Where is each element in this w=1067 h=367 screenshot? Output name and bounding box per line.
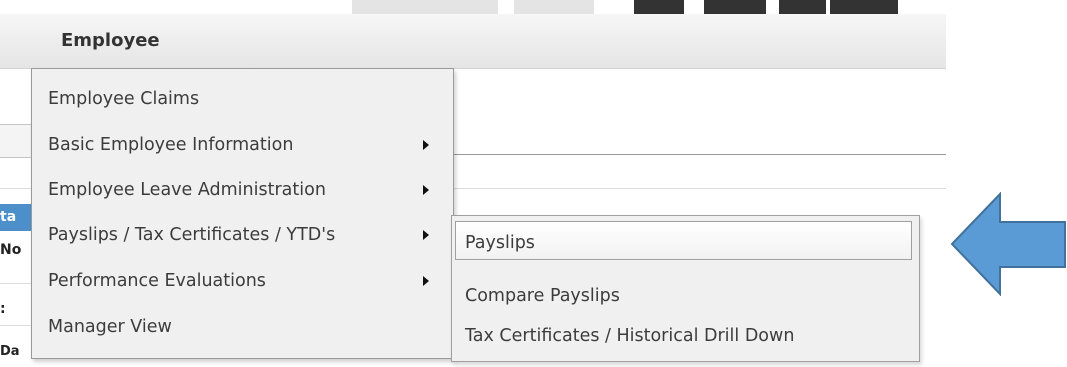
- toolbar-block: [779, 0, 826, 14]
- menu-item-employee-leave-administration[interactable]: Employee Leave Administration: [32, 170, 453, 212]
- menu-item-label: Manager View: [48, 317, 172, 337]
- toolbar-block: [830, 0, 898, 14]
- nav-menu-employee[interactable]: Employee: [61, 30, 160, 51]
- submenu-arrow-icon: [423, 276, 429, 286]
- employee-dropdown-menu: Employee Claims Basic Employee Informati…: [31, 68, 454, 359]
- menu-item-basic-employee-information[interactable]: Basic Employee Information: [32, 125, 453, 167]
- main-nav-bar: Employee: [0, 14, 946, 69]
- background-cell: No: [0, 242, 22, 258]
- submenu-arrow-icon: [423, 140, 429, 150]
- submenu-arrow-icon: [423, 230, 429, 240]
- submenu-item-compare-payslips[interactable]: Compare Payslips: [452, 276, 919, 318]
- submenu-arrow-icon: [423, 185, 429, 195]
- divider: [452, 154, 946, 155]
- toolbar-block: [514, 0, 594, 14]
- submenu-item-label: Compare Payslips: [465, 286, 620, 306]
- toolbar-block: [704, 0, 766, 14]
- background-cell: :: [0, 301, 6, 317]
- menu-item-employee-claims[interactable]: Employee Claims: [32, 79, 453, 121]
- menu-item-manager-view[interactable]: Manager View: [32, 307, 453, 349]
- submenu-item-label: Payslips: [465, 233, 535, 253]
- callout-arrow-icon: [950, 192, 1066, 296]
- toolbar-block: [634, 0, 684, 14]
- menu-item-payslips-tax-certificates-ytds[interactable]: Payslips / Tax Certificates / YTD's: [32, 215, 453, 257]
- payslips-submenu: Payslips Compare Payslips Tax Certificat…: [451, 215, 920, 362]
- submenu-item-payslips[interactable]: Payslips: [452, 216, 919, 260]
- toolbar-block: [352, 0, 498, 14]
- divider: [0, 283, 32, 284]
- menu-item-label: Employee Leave Administration: [48, 180, 326, 200]
- divider: [0, 325, 32, 326]
- background-tab: ta: [0, 204, 34, 231]
- menu-item-label: Basic Employee Information: [48, 135, 294, 155]
- submenu-item-tax-certificates-historical-drill-down[interactable]: Tax Certificates / Historical Drill Down: [452, 316, 919, 358]
- background-cell: Da: [0, 344, 20, 359]
- menu-item-performance-evaluations[interactable]: Performance Evaluations: [32, 261, 453, 303]
- menu-item-label: Performance Evaluations: [48, 271, 266, 291]
- submenu-item-label: Tax Certificates / Historical Drill Down: [465, 326, 795, 346]
- menu-item-label: Payslips / Tax Certificates / YTD's: [48, 225, 336, 245]
- menu-item-label: Employee Claims: [48, 89, 200, 109]
